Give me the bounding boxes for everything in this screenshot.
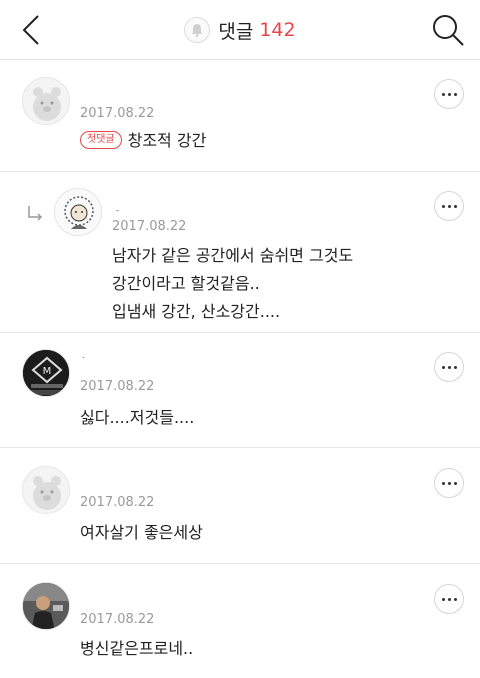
maybach-logo-icon: M bbox=[23, 350, 69, 396]
comment-item: 2017.08.22 첫댓글 창조적 강간 bbox=[0, 61, 480, 172]
comment-line: 강간이라고 할것같음.. bbox=[112, 274, 260, 293]
author-name[interactable]: - bbox=[116, 206, 119, 215]
comment-date: 2017.08.22 bbox=[80, 495, 155, 510]
comment-text: 병신같은프로네.. bbox=[80, 639, 194, 658]
search-button[interactable] bbox=[430, 12, 466, 48]
comment-item: M . 2017.08.22 싫다....저것들.... bbox=[0, 333, 480, 448]
comment-text: 첫댓글 창조적 강간 bbox=[80, 127, 206, 155]
comment-text: 싫다....저것들.... bbox=[80, 408, 195, 427]
more-icon bbox=[441, 597, 457, 601]
more-options-button[interactable] bbox=[434, 468, 464, 498]
bell-icon[interactable] bbox=[184, 17, 211, 43]
more-options-button[interactable] bbox=[434, 584, 464, 614]
more-icon bbox=[441, 92, 457, 96]
comment-body: 창조적 강간 bbox=[127, 131, 207, 150]
more-options-button[interactable] bbox=[434, 79, 464, 109]
reply-arrow-icon bbox=[28, 206, 43, 221]
more-icon bbox=[441, 481, 457, 485]
comment-item: 2017.08.22 병신같은프로네.. bbox=[0, 564, 480, 678]
bear-avatar-icon bbox=[23, 78, 69, 124]
comment-item: 2017.08.22 여자살기 좋은세상 bbox=[0, 448, 480, 564]
sketch-avatar-icon bbox=[55, 189, 101, 235]
avatar[interactable]: M bbox=[22, 349, 70, 397]
avatar[interactable] bbox=[22, 582, 70, 630]
more-icon bbox=[441, 204, 457, 208]
page-title: 댓글 142 bbox=[0, 14, 480, 46]
photo-avatar-icon bbox=[23, 583, 69, 629]
comment-date: 2017.08.22 bbox=[80, 379, 155, 394]
more-options-button[interactable] bbox=[434, 191, 464, 221]
comment-line: 남자가 같은 공간에서 숨쉬면 그것도 bbox=[112, 246, 354, 265]
comment-date: 2017.08.22 bbox=[112, 219, 187, 234]
bear-avatar-icon bbox=[23, 467, 69, 513]
avatar[interactable] bbox=[54, 188, 102, 236]
comment-date: 2017.08.22 bbox=[80, 612, 155, 627]
more-options-button[interactable] bbox=[434, 352, 464, 382]
comment-text: 여자살기 좋은세상 bbox=[80, 523, 203, 542]
svg-text:M: M bbox=[43, 366, 52, 377]
comment-text: 남자가 같은 공간에서 숨쉬면 그것도 강간이라고 할것같음.. 입냄새 강간,… bbox=[112, 242, 353, 326]
search-icon bbox=[433, 15, 464, 46]
first-comment-badge: 첫댓글 bbox=[80, 130, 122, 149]
comment-date: 2017.08.22 bbox=[80, 106, 155, 121]
comment-count: 142 bbox=[259, 19, 296, 41]
more-icon bbox=[441, 365, 457, 369]
avatar[interactable] bbox=[22, 77, 70, 125]
title-label: 댓글 bbox=[218, 20, 254, 43]
avatar[interactable] bbox=[22, 466, 70, 514]
top-bar: 댓글 142 bbox=[0, 0, 480, 60]
author-name[interactable]: . bbox=[82, 351, 85, 360]
comment-line: 입냄새 강간, 산소강간.... bbox=[112, 302, 281, 321]
reply-item: - 2017.08.22 남자가 같은 공간에서 숨쉬면 그것도 강간이라고 할… bbox=[0, 172, 480, 333]
